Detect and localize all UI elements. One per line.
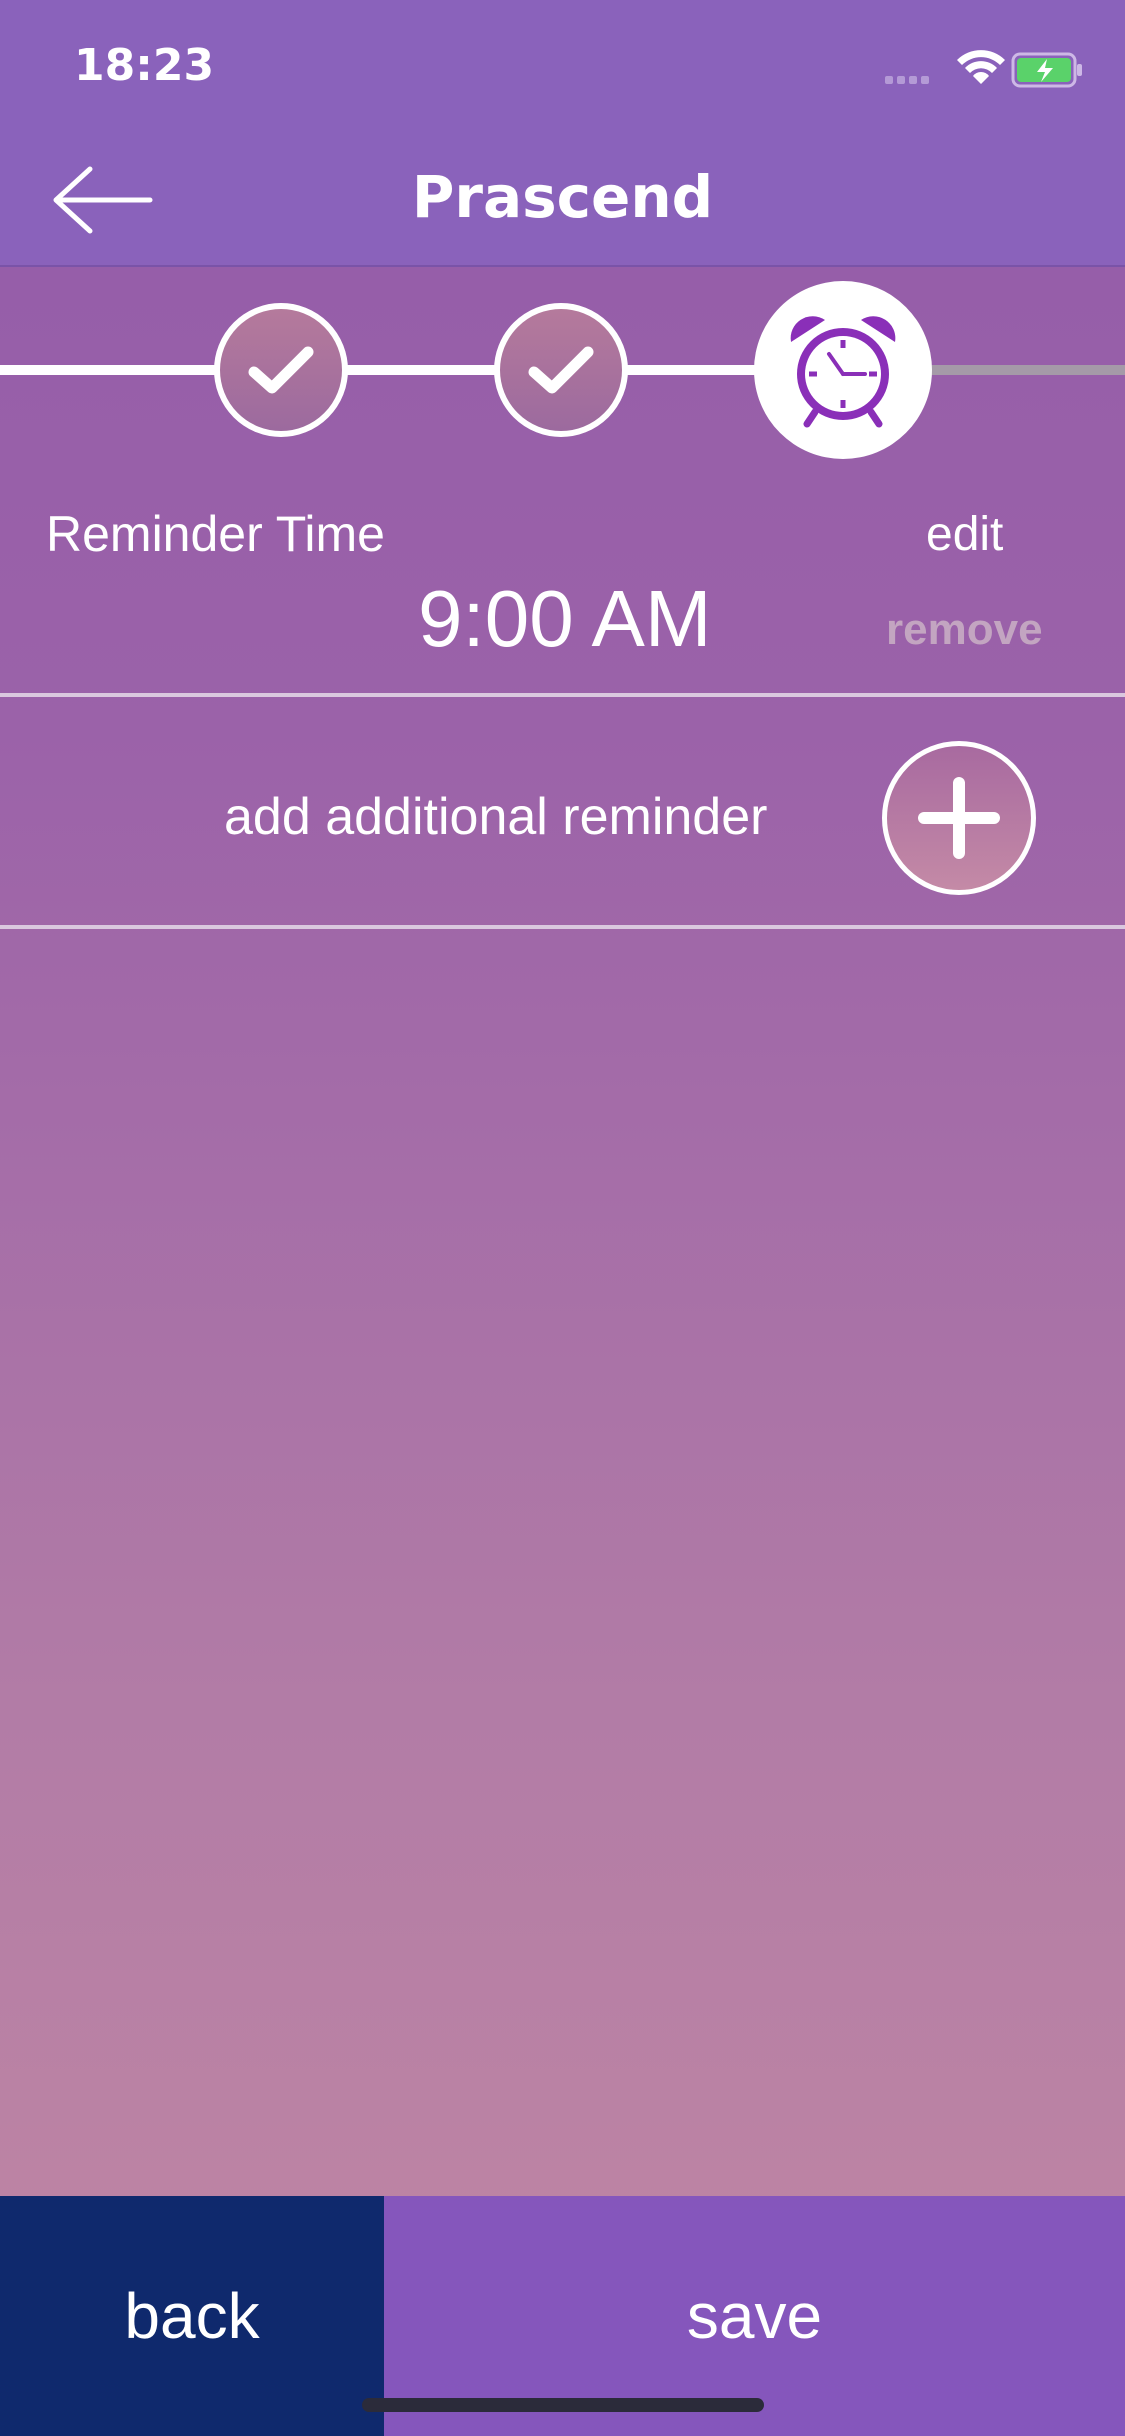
edit-reminder-link[interactable]: edit [926, 507, 1003, 562]
progress-line-completed [340, 365, 500, 375]
progress-line-completed [620, 365, 760, 375]
page-title: Prascend [411, 163, 714, 231]
step-1-complete [214, 303, 348, 437]
step-2-complete [494, 303, 628, 437]
status-icons [885, 50, 1082, 88]
back-button[interactable]: back [0, 2196, 384, 2436]
wifi-icon [957, 50, 1005, 84]
progress-stepper [0, 265, 1125, 475]
add-reminder-label[interactable]: add additional reminder [224, 787, 767, 847]
home-indicator[interactable] [362, 2398, 764, 2412]
remove-reminder-link[interactable]: remove [886, 605, 1043, 655]
step-3-current [754, 281, 932, 459]
navigation-bar: Prascend [0, 135, 1125, 267]
plus-icon [918, 777, 1000, 859]
progress-line-remaining [928, 365, 1125, 375]
battery-icon [1011, 52, 1082, 88]
status-bar: 18:23 [0, 0, 1125, 135]
signal-icon [885, 76, 929, 84]
alarm-clock-icon [790, 316, 896, 428]
divider [0, 925, 1125, 929]
check-icon [528, 346, 594, 394]
add-reminder-button[interactable] [882, 741, 1036, 895]
reminder-row: Reminder Time 9:00 AM edit remove [0, 475, 1125, 695]
reminder-time-label: Reminder Time [46, 506, 385, 562]
check-icon [248, 346, 314, 394]
progress-line-completed [0, 365, 220, 375]
add-reminder-row[interactable]: add additional reminder [0, 697, 1125, 927]
reminder-time-value[interactable]: 9:00 AM [418, 573, 712, 665]
status-time: 18:23 [74, 40, 215, 91]
